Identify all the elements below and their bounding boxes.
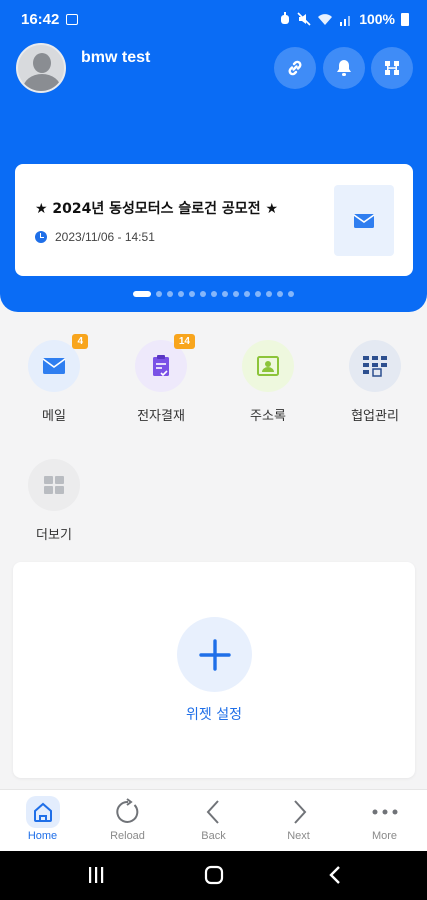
org-chart-icon <box>385 61 399 75</box>
link-icon <box>288 60 302 76</box>
pager-dot[interactable] <box>156 291 162 297</box>
home-icon <box>33 802 52 822</box>
approval-document-icon <box>153 355 169 377</box>
mail-icon <box>353 213 375 228</box>
nav-more[interactable]: More <box>342 790 427 852</box>
app-label: 전자결재 <box>137 409 185 424</box>
battery-percent: 100% <box>359 11 395 27</box>
link-button[interactable] <box>274 47 316 89</box>
recent-apps-icon[interactable] <box>87 866 105 884</box>
contact-card-icon <box>257 356 279 376</box>
pager-dot[interactable] <box>233 291 239 297</box>
mail-icon <box>42 358 66 374</box>
pager-dot[interactable] <box>266 291 272 297</box>
signal-icon <box>340 15 351 26</box>
username: bmw test <box>81 49 151 66</box>
pager-dot[interactable] <box>222 291 228 297</box>
more-icon <box>372 809 397 815</box>
notice-datetime: 2023/11/06 - 14:51 <box>55 230 155 244</box>
approval-badge: 14 <box>173 334 195 349</box>
battery-icon <box>401 12 409 26</box>
pager-dot[interactable] <box>255 291 261 297</box>
bell-icon <box>337 60 351 76</box>
app-contacts[interactable]: 주소록 <box>223 340 313 424</box>
pager-dot[interactable] <box>277 291 283 297</box>
nav-home[interactable]: Home <box>0 790 85 852</box>
nav-label: Next <box>287 830 310 842</box>
system-navigation-bar <box>0 851 427 900</box>
app-approval[interactable]: 14 전자결재 <box>116 334 206 424</box>
mail-badge: 4 <box>72 334 88 349</box>
plus-icon <box>198 638 231 671</box>
pager-dot[interactable] <box>244 291 250 297</box>
nav-label: More <box>371 830 398 842</box>
notice-card[interactable]: ★ 2024년 동성모터스 슬로건 공모전 ★ 2023/11/06 - 14:… <box>15 164 413 276</box>
org-chart-button[interactable] <box>371 47 413 89</box>
nav-label: Home <box>27 830 58 842</box>
mute-icon <box>297 12 311 26</box>
avatar[interactable] <box>16 43 66 93</box>
pager-dot[interactable] <box>178 291 184 297</box>
app-collaboration[interactable]: 협업관리 <box>330 340 420 424</box>
app-label: 협업관리 <box>351 409 399 424</box>
image-notification-icon <box>66 14 78 25</box>
grid-icon <box>44 476 64 494</box>
app-more[interactable]: 더보기 <box>9 459 99 543</box>
app-mail[interactable]: 4 메일 <box>9 334 99 424</box>
nav-next[interactable]: Next <box>256 790 341 852</box>
pager-dot[interactable] <box>167 291 173 297</box>
nav-reload[interactable]: Reload <box>85 790 170 852</box>
pager-dot[interactable] <box>211 291 217 297</box>
pager-dot[interactable] <box>288 291 294 297</box>
status-bar: 16:42 100% <box>0 0 427 40</box>
nav-label: Reload <box>110 830 145 842</box>
collaboration-icon <box>363 356 387 377</box>
reload-icon <box>115 798 138 823</box>
notification-button[interactable] <box>323 47 365 89</box>
wifi-icon <box>318 13 333 25</box>
carousel-pager[interactable] <box>0 291 427 297</box>
status-time: 16:42 <box>21 11 60 28</box>
app-label: 주소록 <box>250 409 286 424</box>
widget-area: 위젯 설정 <box>13 562 415 778</box>
home-circle-icon[interactable] <box>204 865 224 885</box>
pager-dot[interactable] <box>189 291 195 297</box>
bottom-navigation: Home Reload Back Next More <box>0 789 427 851</box>
app-label: 메일 <box>42 409 66 424</box>
back-icon[interactable] <box>328 865 342 885</box>
chevron-right-icon <box>293 800 306 824</box>
chevron-left-icon <box>206 800 219 824</box>
notice-thumbnail <box>334 185 394 256</box>
notice-title: ★ 2024년 동성모터스 슬로건 공모전 ★ <box>35 201 278 217</box>
nav-label: Back <box>201 830 226 842</box>
widget-settings-label[interactable]: 위젯 설정 <box>13 704 415 724</box>
pager-dot[interactable] <box>133 291 151 297</box>
nav-back[interactable]: Back <box>171 790 256 852</box>
alarm-icon <box>281 12 290 24</box>
app-label: 더보기 <box>36 528 72 543</box>
add-widget-button[interactable] <box>177 617 252 692</box>
clock-icon <box>35 231 47 243</box>
pager-dot[interactable] <box>200 291 206 297</box>
